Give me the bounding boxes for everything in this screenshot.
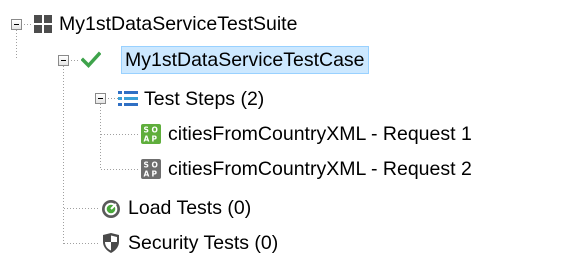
request-label[interactable]: citiesFromCountryXML - Request 1 [168,119,472,149]
soap-request-icon: S O A P [141,159,161,185]
test-steps-label[interactable]: Test Steps (2) [144,84,264,114]
svg-text:A: A [144,135,150,144]
load-tests-label[interactable]: Load Tests (0) [128,193,251,223]
tree-node-test-suite[interactable]: My1stDataServiceTestSuite [0,9,360,39]
tree-node-load-tests[interactable]: Load Tests (0) [0,193,340,223]
tree-node-test-steps[interactable]: Test Steps (2) [0,84,320,114]
test-suite-tree[interactable]: My1stDataServiceTestSuite My1stDataServi… [0,0,575,257]
collapse-toggle-test-steps[interactable] [95,93,106,104]
tree-node-request-2[interactable]: S O A P citiesFromCountryXML - Request 2 [0,154,575,184]
collapse-toggle-test-case[interactable] [58,55,69,66]
test-steps-list-icon [118,90,138,113]
svg-text:P: P [152,170,158,179]
svg-text:O: O [152,161,158,170]
request-label[interactable]: citiesFromCountryXML - Request 2 [168,154,472,184]
test-suite-label[interactable]: My1stDataServiceTestSuite [59,9,297,39]
svg-text:S: S [144,126,149,135]
soap-request-icon: S O A P [141,124,161,150]
tree-node-security-tests[interactable]: Security Tests (0) [0,228,360,257]
security-tests-label[interactable]: Security Tests (0) [128,228,278,257]
load-tests-gauge-icon [101,199,121,225]
security-shield-icon [102,233,120,257]
svg-text:S: S [144,161,149,170]
svg-text:A: A [144,170,150,179]
test-case-label[interactable]: My1stDataServiceTestCase [121,46,369,74]
checkmark-icon [80,51,102,75]
svg-text:P: P [152,135,158,144]
tree-node-test-case[interactable]: My1stDataServiceTestCase [0,45,420,75]
test-suite-grid-icon [34,15,52,39]
collapse-toggle-suite[interactable] [11,19,22,30]
svg-text:O: O [152,126,158,135]
tree-node-request-1[interactable]: S O A P citiesFromCountryXML - Request 1 [0,119,575,149]
